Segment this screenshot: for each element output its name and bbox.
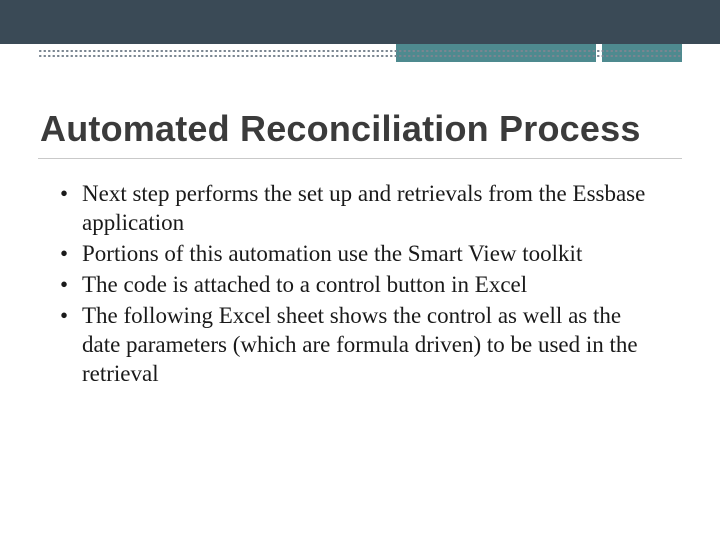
title-underline: [38, 158, 682, 159]
bullet-list: Next step performs the set up and retrie…: [56, 180, 664, 389]
list-item: The following Excel sheet shows the cont…: [56, 302, 664, 389]
list-item: The code is attached to a control button…: [56, 271, 664, 300]
list-item: Portions of this automation use the Smar…: [56, 240, 664, 269]
accent-bar-2: [602, 44, 682, 62]
slide-title: Automated Reconciliation Process: [40, 108, 680, 150]
slide-body: Next step performs the set up and retrie…: [56, 180, 664, 391]
dotted-divider-2: [38, 55, 682, 57]
dotted-divider-1: [38, 50, 682, 52]
slide: Automated Reconciliation Process Next st…: [0, 0, 720, 540]
accent-bar-1: [396, 44, 596, 62]
top-band: [0, 0, 720, 44]
list-item: Next step performs the set up and retrie…: [56, 180, 664, 238]
